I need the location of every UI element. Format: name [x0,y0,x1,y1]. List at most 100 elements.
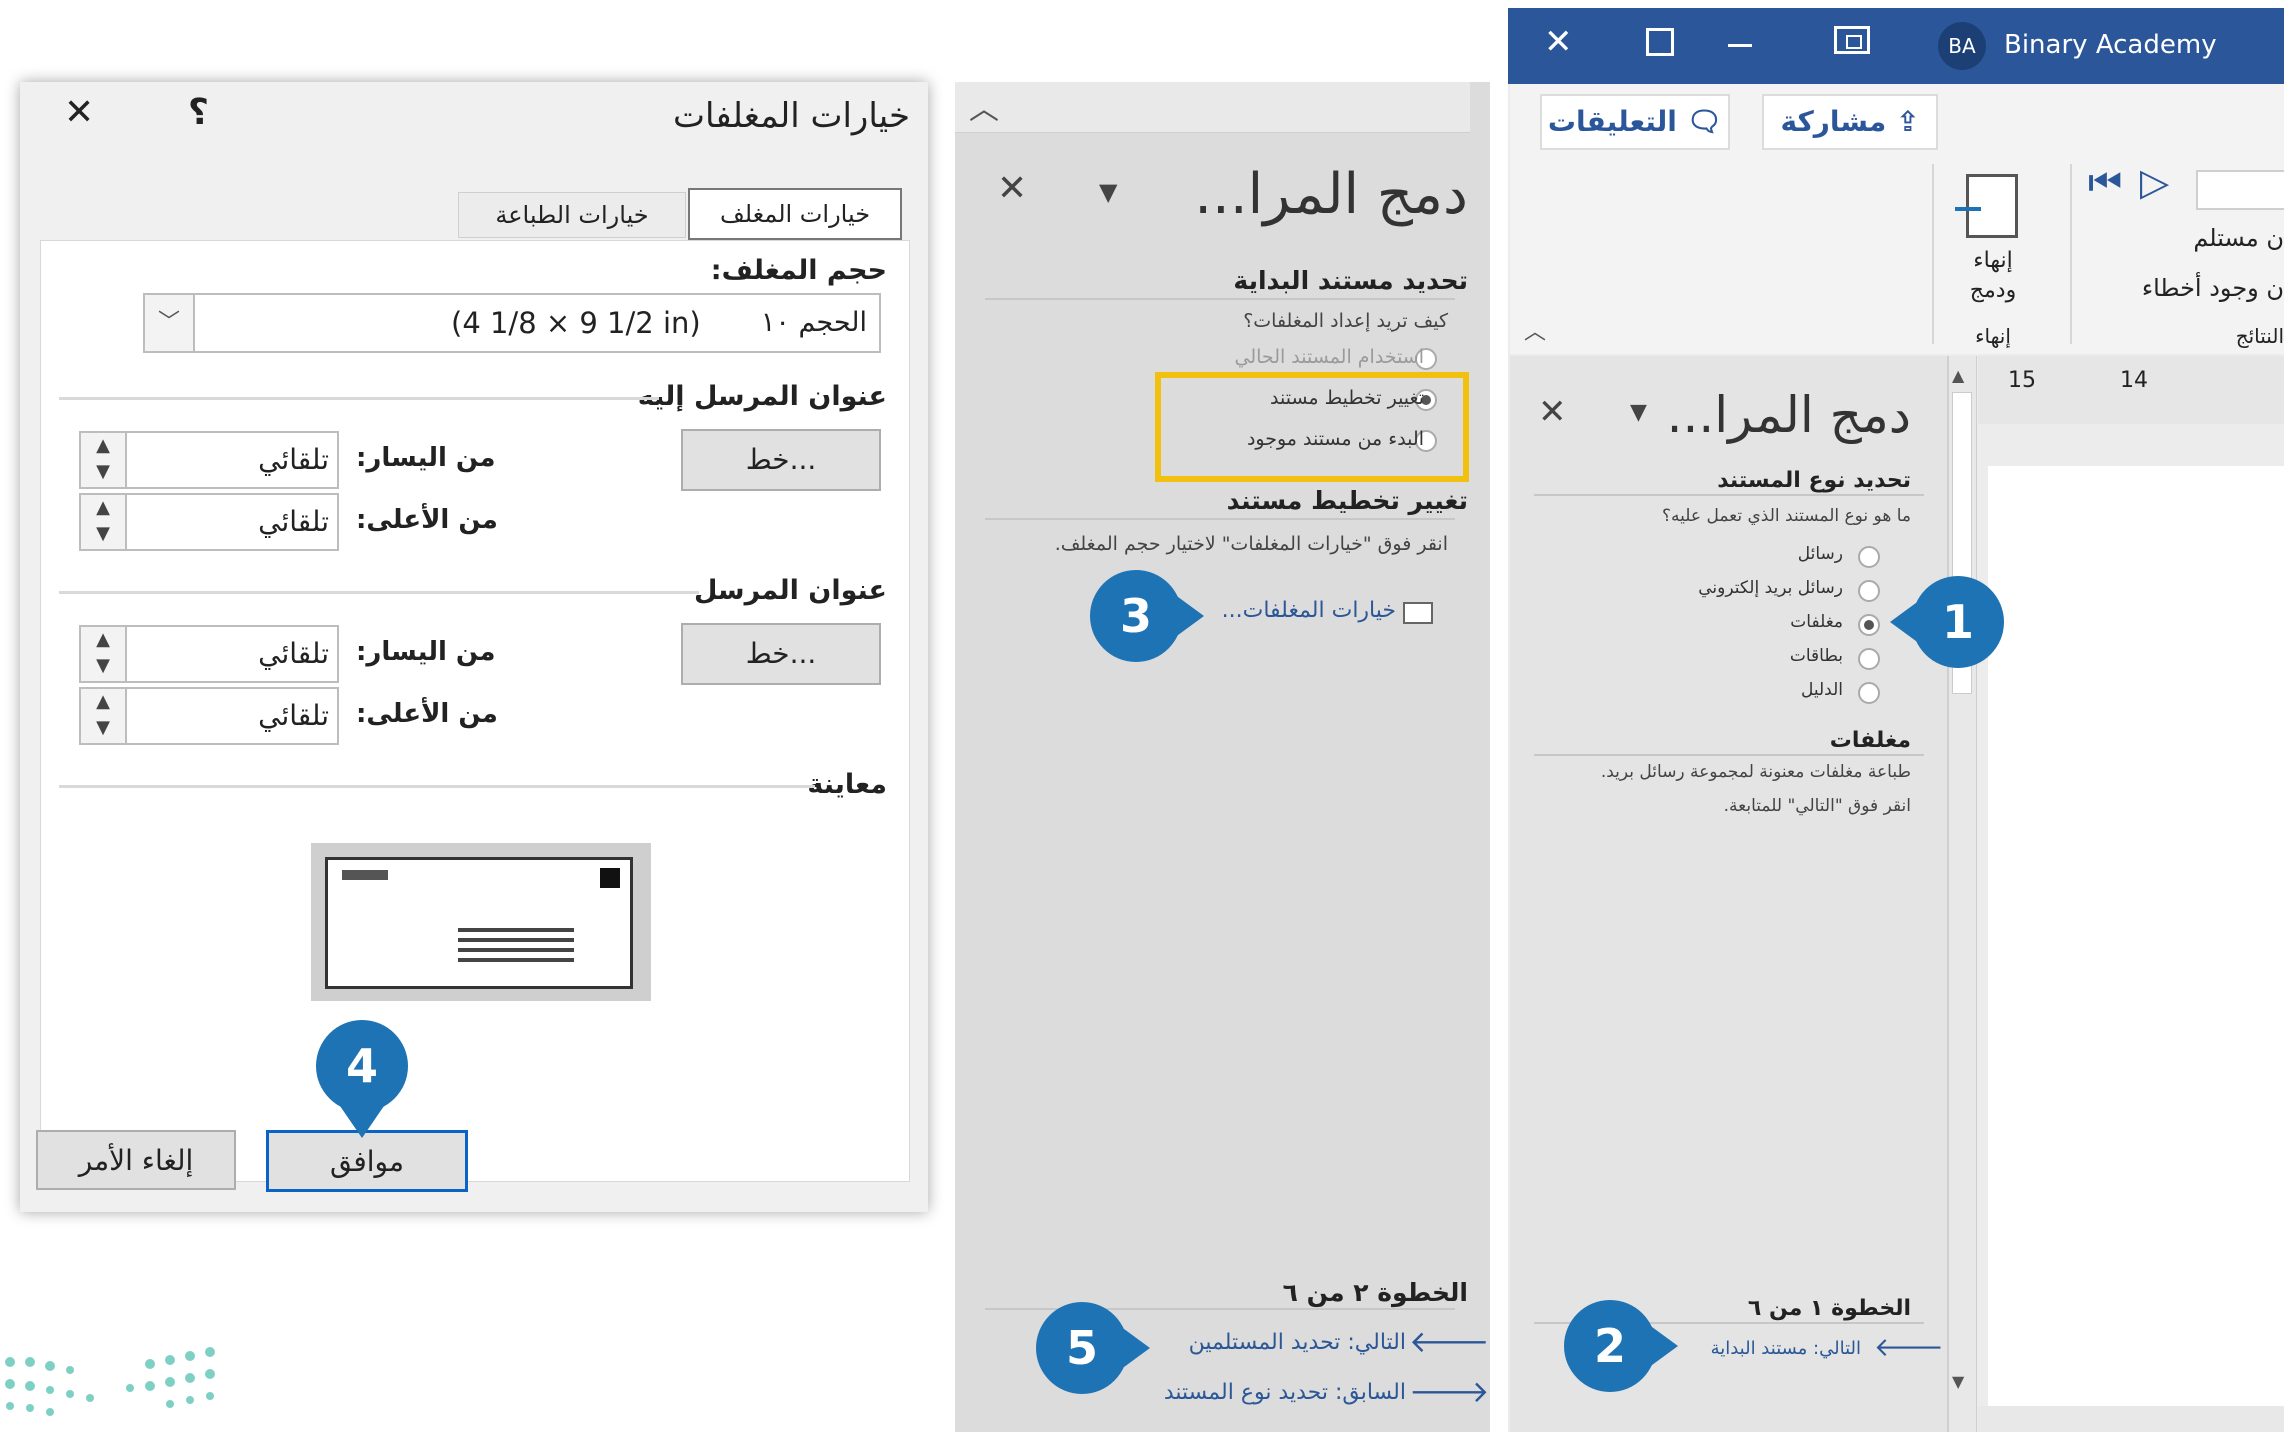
previous-record-icon[interactable]: ▷ [2140,160,2169,204]
tab-envelope-options[interactable]: خيارات المغلف [688,188,902,240]
spinner-arrows-icon[interactable]: ▲ ▼ [81,627,127,681]
radio-letters[interactable] [1858,546,1880,568]
comment-icon: 🗨 [1686,105,1723,138]
divider [2070,164,2072,344]
section-select-starting-document: تحديد مستند البداية [1233,266,1468,295]
envelope-size-label: حجم المغلف: [710,255,887,286]
comments-button[interactable]: 🗨 التعليقات [1540,94,1730,150]
minimize-icon[interactable] [1728,44,1752,47]
ruler-mark-14: 14 [2120,368,2148,393]
step-indicator: الخطوة ٢ من ٦ [1282,1278,1468,1307]
pane-scroll-header: ︿ [955,82,1470,133]
dropdown-arrow-icon[interactable]: ▼ [1630,400,1647,425]
chevron-up-icon[interactable]: ︿ [969,84,999,128]
radio-labels[interactable] [1858,648,1880,670]
next-step-link[interactable]: التالي: تحديد المستلمين [1189,1330,1406,1355]
close-icon[interactable]: ✕ [64,92,94,133]
spinner-arrows-icon[interactable]: ▲ ▼ [81,433,127,487]
return-from-left-spinner[interactable]: ▲ ▼ تلقائي [79,625,339,683]
document-page[interactable] [1988,466,2284,1406]
envelope-size-value: الحجم ١٠ [760,307,867,338]
envelope-size-select[interactable]: ﹀ الحجم ١٠ (4 1/8 × 9 1/2 in) [143,293,881,353]
horizontal-scrollbar[interactable] [1978,1406,2284,1432]
first-record-icon[interactable]: ⏮ [2088,160,2122,205]
chevron-down-icon[interactable]: ﹀ [145,295,195,351]
divider [1932,164,1934,344]
continue-hint: انقر فوق "التالي" للمتابعة. [1723,796,1911,816]
user-name[interactable]: Binary Academy [2004,30,2217,60]
option-directory-label: الدليل [1800,680,1843,700]
avatar[interactable]: BA [1938,22,1986,70]
envelope-preview [311,843,651,1001]
previous-step-link[interactable]: السابق: تحديد نوع المستند [1164,1380,1406,1405]
dialog-title: خيارات المغلفات [672,96,910,136]
delivery-from-top-label: من الأعلى: [356,505,498,535]
record-number-input[interactable] [2196,170,2284,210]
radio-envelopes[interactable] [1858,614,1880,636]
option-letters-label: رسائل [1797,544,1843,564]
finish-merge-button[interactable]: إنهاء ودمج [1948,246,2038,306]
question-text: ما هو نوع المستند الذي تعمل عليه؟ [1662,506,1911,526]
delivery-from-left-spinner[interactable]: ▲ ▼ تلقائي [79,431,339,489]
share-button[interactable]: ⇪ مشاركة [1762,94,1938,150]
envelope-options-icon[interactable] [1403,602,1433,624]
spinner-arrows-icon[interactable]: ▲ ▼ [81,689,127,743]
divider [1534,494,1924,496]
collapse-ribbon-icon[interactable]: ︿ [1524,314,1546,346]
delivery-font-button[interactable]: خط... [681,429,881,491]
delivery-from-top-spinner[interactable]: ▲ ▼ تلقائي [79,493,339,551]
return-font-button[interactable]: خط... [681,623,881,685]
change-layout-description: انقر فوق "خيارات المغلفات" لاختيار حجم ا… [1054,533,1448,555]
help-icon[interactable]: ؟ [188,92,209,133]
scroll-up-icon[interactable]: ▲ [1952,366,1964,385]
option-start-existing-label: البدء من مستند موجود [1246,428,1424,450]
vertical-scrollbar[interactable]: ▲ ▼ [1948,356,1977,1432]
divider [1534,754,1924,756]
step-indicator: الخطوة ١ من ٦ [1747,1296,1911,1321]
share-icon: ⇪ [1896,105,1920,138]
section-envelopes: مغلفات [1829,728,1911,753]
finish-group-label: إنهاء [1975,324,2011,348]
close-icon[interactable]: ✕ [997,168,1027,209]
radio-directory[interactable] [1858,682,1880,704]
finish-merge-icon[interactable] [1955,174,2018,238]
arrow-right-icon[interactable]: 🡒 [1409,1374,1489,1410]
return-from-top-label: من الأعلى: [356,699,498,729]
envelopes-description: طباعة مغلفات معنونة لمجموعة رسائل بريد. [1600,762,1911,782]
dotted-logo-icon [5,1347,215,1416]
share-label: مشاركة [1780,105,1887,138]
callout-3: 3 [1090,570,1204,662]
find-recipient-partial[interactable]: ن مستلم [2193,224,2284,252]
divider [985,298,1455,300]
ruler: 15 14 [1978,356,2284,424]
close-icon[interactable]: ✕ [1544,22,1573,62]
envelope-preview-icon [325,857,633,989]
dropdown-arrow-icon[interactable]: ▼ [1099,178,1117,206]
maximize-icon[interactable] [1646,28,1674,56]
check-errors-partial[interactable]: ن وجود أخطاء [2142,274,2284,302]
comments-label: التعليقات [1547,105,1677,138]
callout-4: 4 [316,1020,408,1138]
divider [59,591,699,594]
close-icon[interactable]: ✕ [1538,392,1567,432]
next-step-link[interactable]: التالي: مستند البداية [1711,1338,1861,1359]
preview-label: معاينة [807,769,887,800]
arrow-left-icon[interactable]: 🡐 [1409,1324,1489,1360]
cancel-button[interactable]: إلغاء الأمر [36,1130,236,1190]
option-change-layout-label: تغيير تخطيط مستند [1270,387,1424,409]
ok-button[interactable]: موافق [266,1130,468,1192]
return-address-label: عنوان المرسل [693,575,887,606]
radio-email[interactable] [1858,580,1880,602]
tab-printing-options[interactable]: خيارات الطباعة [458,192,686,238]
divider [59,785,815,788]
spinner-arrows-icon[interactable]: ▲ ▼ [81,495,127,549]
results-group-partial: النتائج [2235,324,2284,348]
return-from-left-label: من اليسار: [356,637,496,667]
arrow-left-icon[interactable]: 🡐 [1874,1332,1944,1363]
pane-title: دمج المرا... [1194,162,1468,227]
ribbon-display-icon[interactable] [1834,26,1870,54]
envelope-options-link[interactable]: خيارات المغلفات... [1222,598,1396,623]
return-from-top-spinner[interactable]: ▲ ▼ تلقائي [79,687,339,745]
option-envelopes-label: مغلفات [1790,612,1843,632]
scroll-down-icon[interactable]: ▼ [1952,1372,1964,1391]
